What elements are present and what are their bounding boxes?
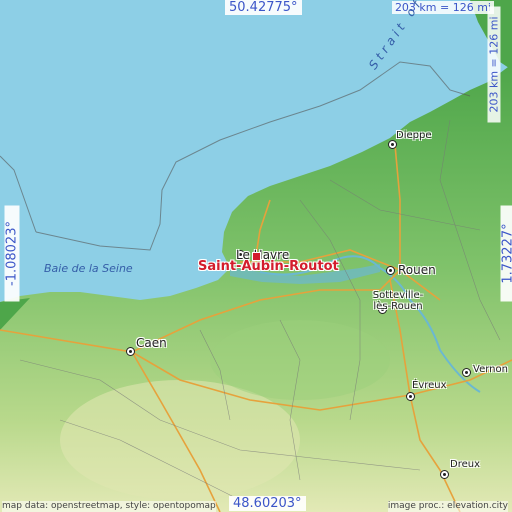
- city-marker-dreux[interactable]: [440, 470, 449, 479]
- south-latitude-label: 48.60203°: [229, 496, 306, 511]
- city-marker-vernon[interactable]: [462, 368, 471, 377]
- city-label-sotteville: Sotteville-lès-Rouen: [372, 290, 424, 312]
- city-label-dieppe: Dieppe: [396, 130, 432, 141]
- city-label-dreux: Dreux: [450, 459, 480, 470]
- map-credit: map data: openstreetmap, style: opentopo…: [2, 501, 216, 512]
- east-longitude-label: 1.73227°: [500, 205, 512, 302]
- city-marker-rouen[interactable]: [386, 266, 395, 275]
- city-marker-dieppe[interactable]: [388, 140, 397, 149]
- city-label-vernon: Vernon: [473, 364, 508, 375]
- city-label-caen: Caen: [136, 336, 167, 350]
- city-marker-evreux[interactable]: [406, 392, 415, 401]
- image-credit: image proc.: elevation.city: [387, 501, 508, 512]
- hills-south: [60, 380, 300, 500]
- scale-label-side: 203 km = 126 mi: [487, 6, 501, 123]
- city-label-evreux: Évreux: [412, 380, 447, 391]
- city-marker-caen[interactable]: [126, 347, 135, 356]
- north-latitude-label: 50.42775°: [225, 0, 302, 15]
- sea-label-baie-de-la-seine: Baie de la Seine: [44, 262, 133, 275]
- city-label-rouen: Rouen: [398, 263, 436, 277]
- target-location-label: Saint-Aubin-Routot: [198, 259, 339, 274]
- map-view[interactable]: 50.42775° 48.60203° -1.08023° 1.73227° 2…: [0, 0, 512, 512]
- west-longitude-label: -1.08023°: [4, 205, 20, 302]
